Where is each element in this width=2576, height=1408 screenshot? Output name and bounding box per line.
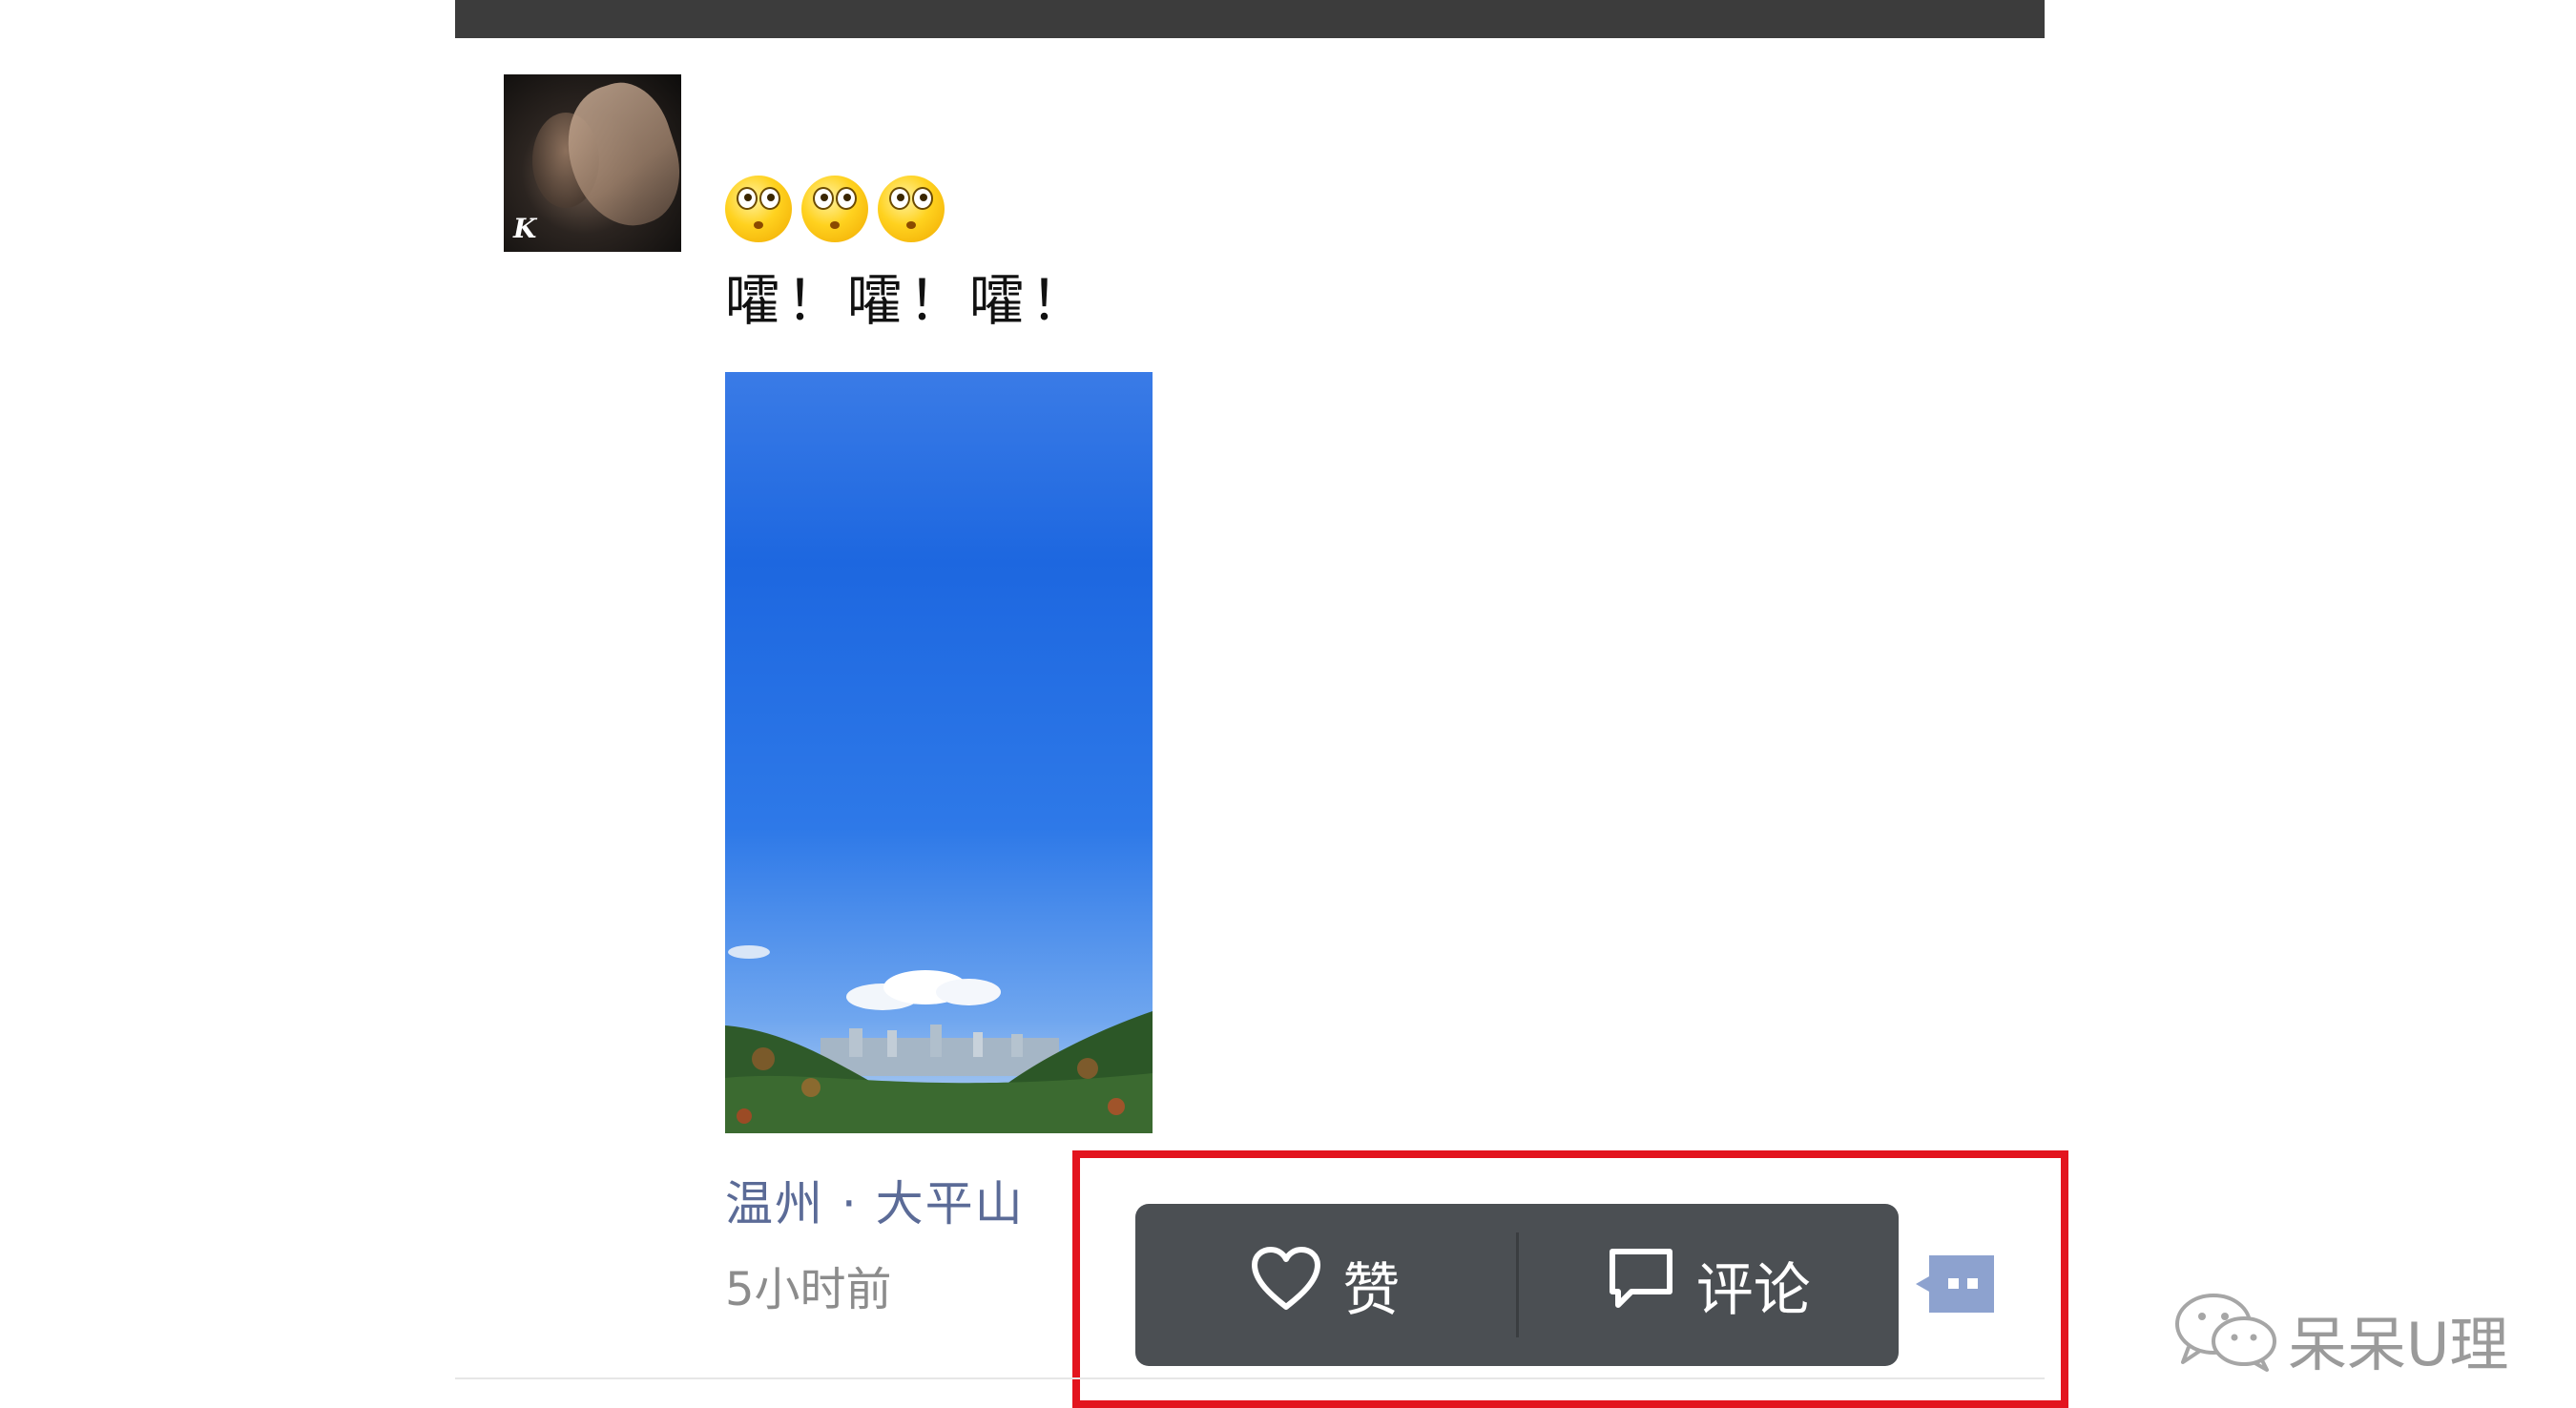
watermark: 呆呆U理 [2173,1292,2508,1386]
wechat-logo-icon [2173,1292,2278,1386]
more-dots-icon [1916,1255,1994,1313]
post-timestamp: 5小时前 [725,1263,892,1316]
comment-label: 评论 [1695,1256,1811,1324]
comment-button[interactable]: 评论 [1519,1204,1900,1366]
post-photo[interactable] [725,372,1153,1133]
watermark-text: 呆呆U理 [2288,1309,2509,1379]
avatar-hand [551,74,681,240]
feed-divider [455,1377,2045,1379]
avatar[interactable]: K [504,74,681,252]
emoji-row [725,176,945,242]
action-menu: 赞 评论 [1135,1204,1899,1366]
more-options-button[interactable] [1916,1255,1994,1313]
dizzy-face-emoji-icon [878,176,945,242]
like-button[interactable]: 赞 [1135,1204,1516,1366]
location-link[interactable]: 温州 · 大平山 [725,1166,1025,1234]
post-text: 嚯！嚯！嚯！ [725,268,1092,333]
dizzy-face-emoji-icon [725,176,792,242]
top-bar [455,0,2045,38]
comment-bubble-icon [1607,1246,1675,1325]
dizzy-face-emoji-icon [801,176,868,242]
avatar-signature: K [513,213,536,244]
heart-icon [1251,1246,1321,1325]
like-label: 赞 [1342,1256,1401,1324]
